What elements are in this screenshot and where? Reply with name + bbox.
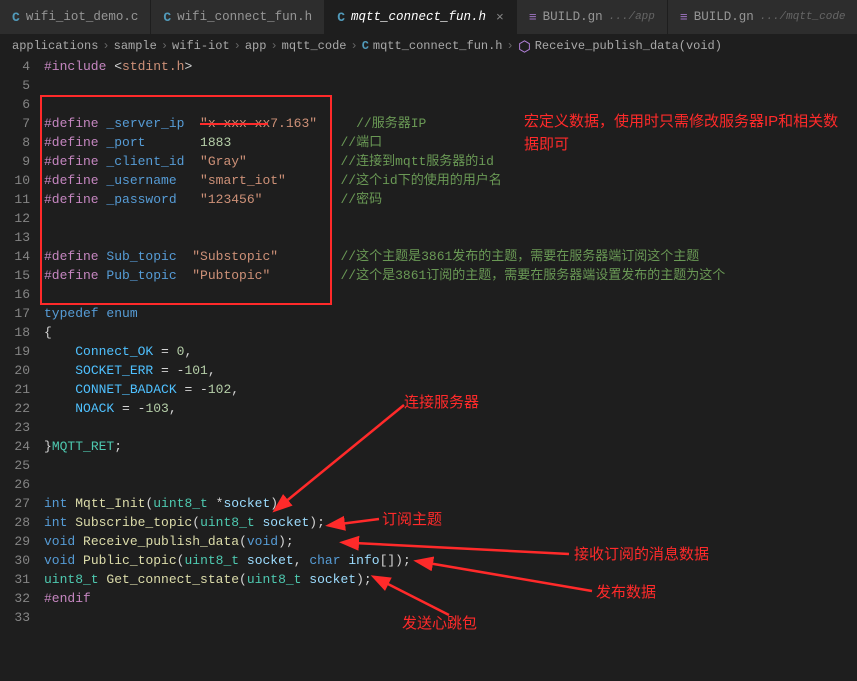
- line-number: 20: [0, 361, 30, 380]
- code-line[interactable]: {: [44, 323, 857, 342]
- line-number: 18: [0, 323, 30, 342]
- line-number: 33: [0, 608, 30, 627]
- line-number: 21: [0, 380, 30, 399]
- gn-lang-icon: ≡: [680, 10, 688, 25]
- code-line[interactable]: [44, 475, 857, 494]
- breadcrumb: applications› sample› wifi-iot› app› mqt…: [0, 35, 857, 57]
- line-number: 16: [0, 285, 30, 304]
- c-lang-icon: C: [163, 10, 171, 25]
- code-line[interactable]: #define _port 1883 //端口: [44, 133, 857, 152]
- code-line[interactable]: #define _password "123456" //密码: [44, 190, 857, 209]
- code-line[interactable]: #define Pub_topic "Pubtopic" //这个是3861订阅…: [44, 266, 857, 285]
- crumb-wifi-iot[interactable]: wifi-iot: [172, 39, 230, 53]
- tab-path: .../mqtt_code: [760, 11, 846, 23]
- line-number: 29: [0, 532, 30, 551]
- code-line[interactable]: typedef enum: [44, 304, 857, 323]
- line-number: 5: [0, 76, 30, 95]
- tab-label: wifi_iot_demo.c: [26, 10, 139, 24]
- code-line[interactable]: int Subscribe_topic(uint8_t socket);: [44, 513, 857, 532]
- line-number: 30: [0, 551, 30, 570]
- code-line[interactable]: NOACK = -103,: [44, 399, 857, 418]
- line-number: 4: [0, 57, 30, 76]
- code-line[interactable]: #endif: [44, 589, 857, 608]
- code-line[interactable]: [44, 209, 857, 228]
- code-line[interactable]: #define _username "smart_iot" //这个id下的使用…: [44, 171, 857, 190]
- code-line[interactable]: CONNET_BADACK = -102,: [44, 380, 857, 399]
- tab-mqtt-connect-fun[interactable]: C mqtt_connect_fun.h ×: [325, 0, 517, 34]
- line-number: 17: [0, 304, 30, 323]
- close-icon[interactable]: ×: [492, 10, 504, 25]
- chevron-right-icon: ›: [270, 39, 277, 53]
- code-line[interactable]: void Public_topic(uint8_t socket, char i…: [44, 551, 857, 570]
- code-line[interactable]: Connect_OK = 0,: [44, 342, 857, 361]
- code-line[interactable]: uint8_t Get_connect_state(uint8_t socket…: [44, 570, 857, 589]
- line-number: 11: [0, 190, 30, 209]
- line-number: 19: [0, 342, 30, 361]
- line-number: 14: [0, 247, 30, 266]
- line-number: 13: [0, 228, 30, 247]
- line-number: 27: [0, 494, 30, 513]
- code-line[interactable]: int Mqtt_Init(uint8_t *socket);: [44, 494, 857, 513]
- c-lang-icon: C: [12, 10, 20, 25]
- line-number: 7: [0, 114, 30, 133]
- code-line[interactable]: [44, 285, 857, 304]
- line-number: 25: [0, 456, 30, 475]
- code-line[interactable]: [44, 228, 857, 247]
- tab-label: BUILD.gn: [694, 10, 754, 24]
- crumb-symbol[interactable]: Receive_publish_data(void): [535, 39, 722, 53]
- tab-build-gn-app[interactable]: ≡ BUILD.gn .../app: [517, 0, 668, 34]
- code-line[interactable]: }MQTT_RET;: [44, 437, 857, 456]
- tab-build-gn-mqtt[interactable]: ≡ BUILD.gn .../mqtt_code: [668, 0, 857, 34]
- line-number-gutter: 4567891011121314151617181920212223242526…: [0, 57, 44, 676]
- chevron-right-icon: ›: [234, 39, 241, 53]
- line-number: 23: [0, 418, 30, 437]
- tab-wifi-iot-demo[interactable]: C wifi_iot_demo.c: [0, 0, 151, 34]
- crumb-app[interactable]: app: [245, 39, 267, 53]
- tab-label: BUILD.gn: [543, 10, 603, 24]
- c-lang-icon: C: [337, 10, 345, 25]
- tab-label: wifi_connect_fun.h: [177, 10, 312, 24]
- chevron-right-icon: ›: [102, 39, 109, 53]
- chevron-right-icon: ›: [507, 39, 514, 53]
- crumb-file[interactable]: mqtt_connect_fun.h: [373, 39, 503, 53]
- code-line[interactable]: void Receive_publish_data(void);: [44, 532, 857, 551]
- code-area[interactable]: 宏定义数据，使用时只需修改服务器IP和相关数据即可 连接服务器 订阅主题 接收订…: [44, 57, 857, 676]
- line-number: 28: [0, 513, 30, 532]
- line-number: 6: [0, 95, 30, 114]
- crumb-applications[interactable]: applications: [12, 39, 98, 53]
- symbol-method-icon: [518, 40, 531, 53]
- editor[interactable]: 4567891011121314151617181920212223242526…: [0, 57, 857, 676]
- tab-wifi-connect-fun[interactable]: C wifi_connect_fun.h: [151, 0, 325, 34]
- code-line[interactable]: [44, 608, 857, 627]
- tab-path: .../app: [609, 11, 655, 23]
- chevron-right-icon: ›: [350, 39, 357, 53]
- line-number: 9: [0, 152, 30, 171]
- line-number: 8: [0, 133, 30, 152]
- line-number: 24: [0, 437, 30, 456]
- code-line[interactable]: SOCKET_ERR = -101,: [44, 361, 857, 380]
- gn-lang-icon: ≡: [529, 10, 537, 25]
- line-number: 10: [0, 171, 30, 190]
- line-number: 26: [0, 475, 30, 494]
- code-line[interactable]: [44, 456, 857, 475]
- code-line[interactable]: #define _client_id "Gray" //连接到mqtt服务器的i…: [44, 152, 857, 171]
- tab-label: mqtt_connect_fun.h: [351, 10, 486, 24]
- line-number: 15: [0, 266, 30, 285]
- line-number: 32: [0, 589, 30, 608]
- code-line[interactable]: [44, 418, 857, 437]
- crumb-sample[interactable]: sample: [114, 39, 157, 53]
- c-lang-icon: C: [362, 39, 369, 53]
- line-number: 22: [0, 399, 30, 418]
- redaction-strike: [200, 123, 268, 125]
- chevron-right-icon: ›: [161, 39, 168, 53]
- code-line[interactable]: #define _server_ip "x xxx xx7.163" //服务器…: [44, 114, 857, 133]
- tab-bar: C wifi_iot_demo.c C wifi_connect_fun.h C…: [0, 0, 857, 35]
- line-number: 31: [0, 570, 30, 589]
- code-line[interactable]: #define Sub_topic "Substopic" //这个主题是386…: [44, 247, 857, 266]
- line-number: 12: [0, 209, 30, 228]
- code-line[interactable]: [44, 95, 857, 114]
- crumb-mqtt-code[interactable]: mqtt_code: [282, 39, 347, 53]
- code-line[interactable]: [44, 76, 857, 95]
- code-line[interactable]: #include <stdint.h>: [44, 57, 857, 76]
